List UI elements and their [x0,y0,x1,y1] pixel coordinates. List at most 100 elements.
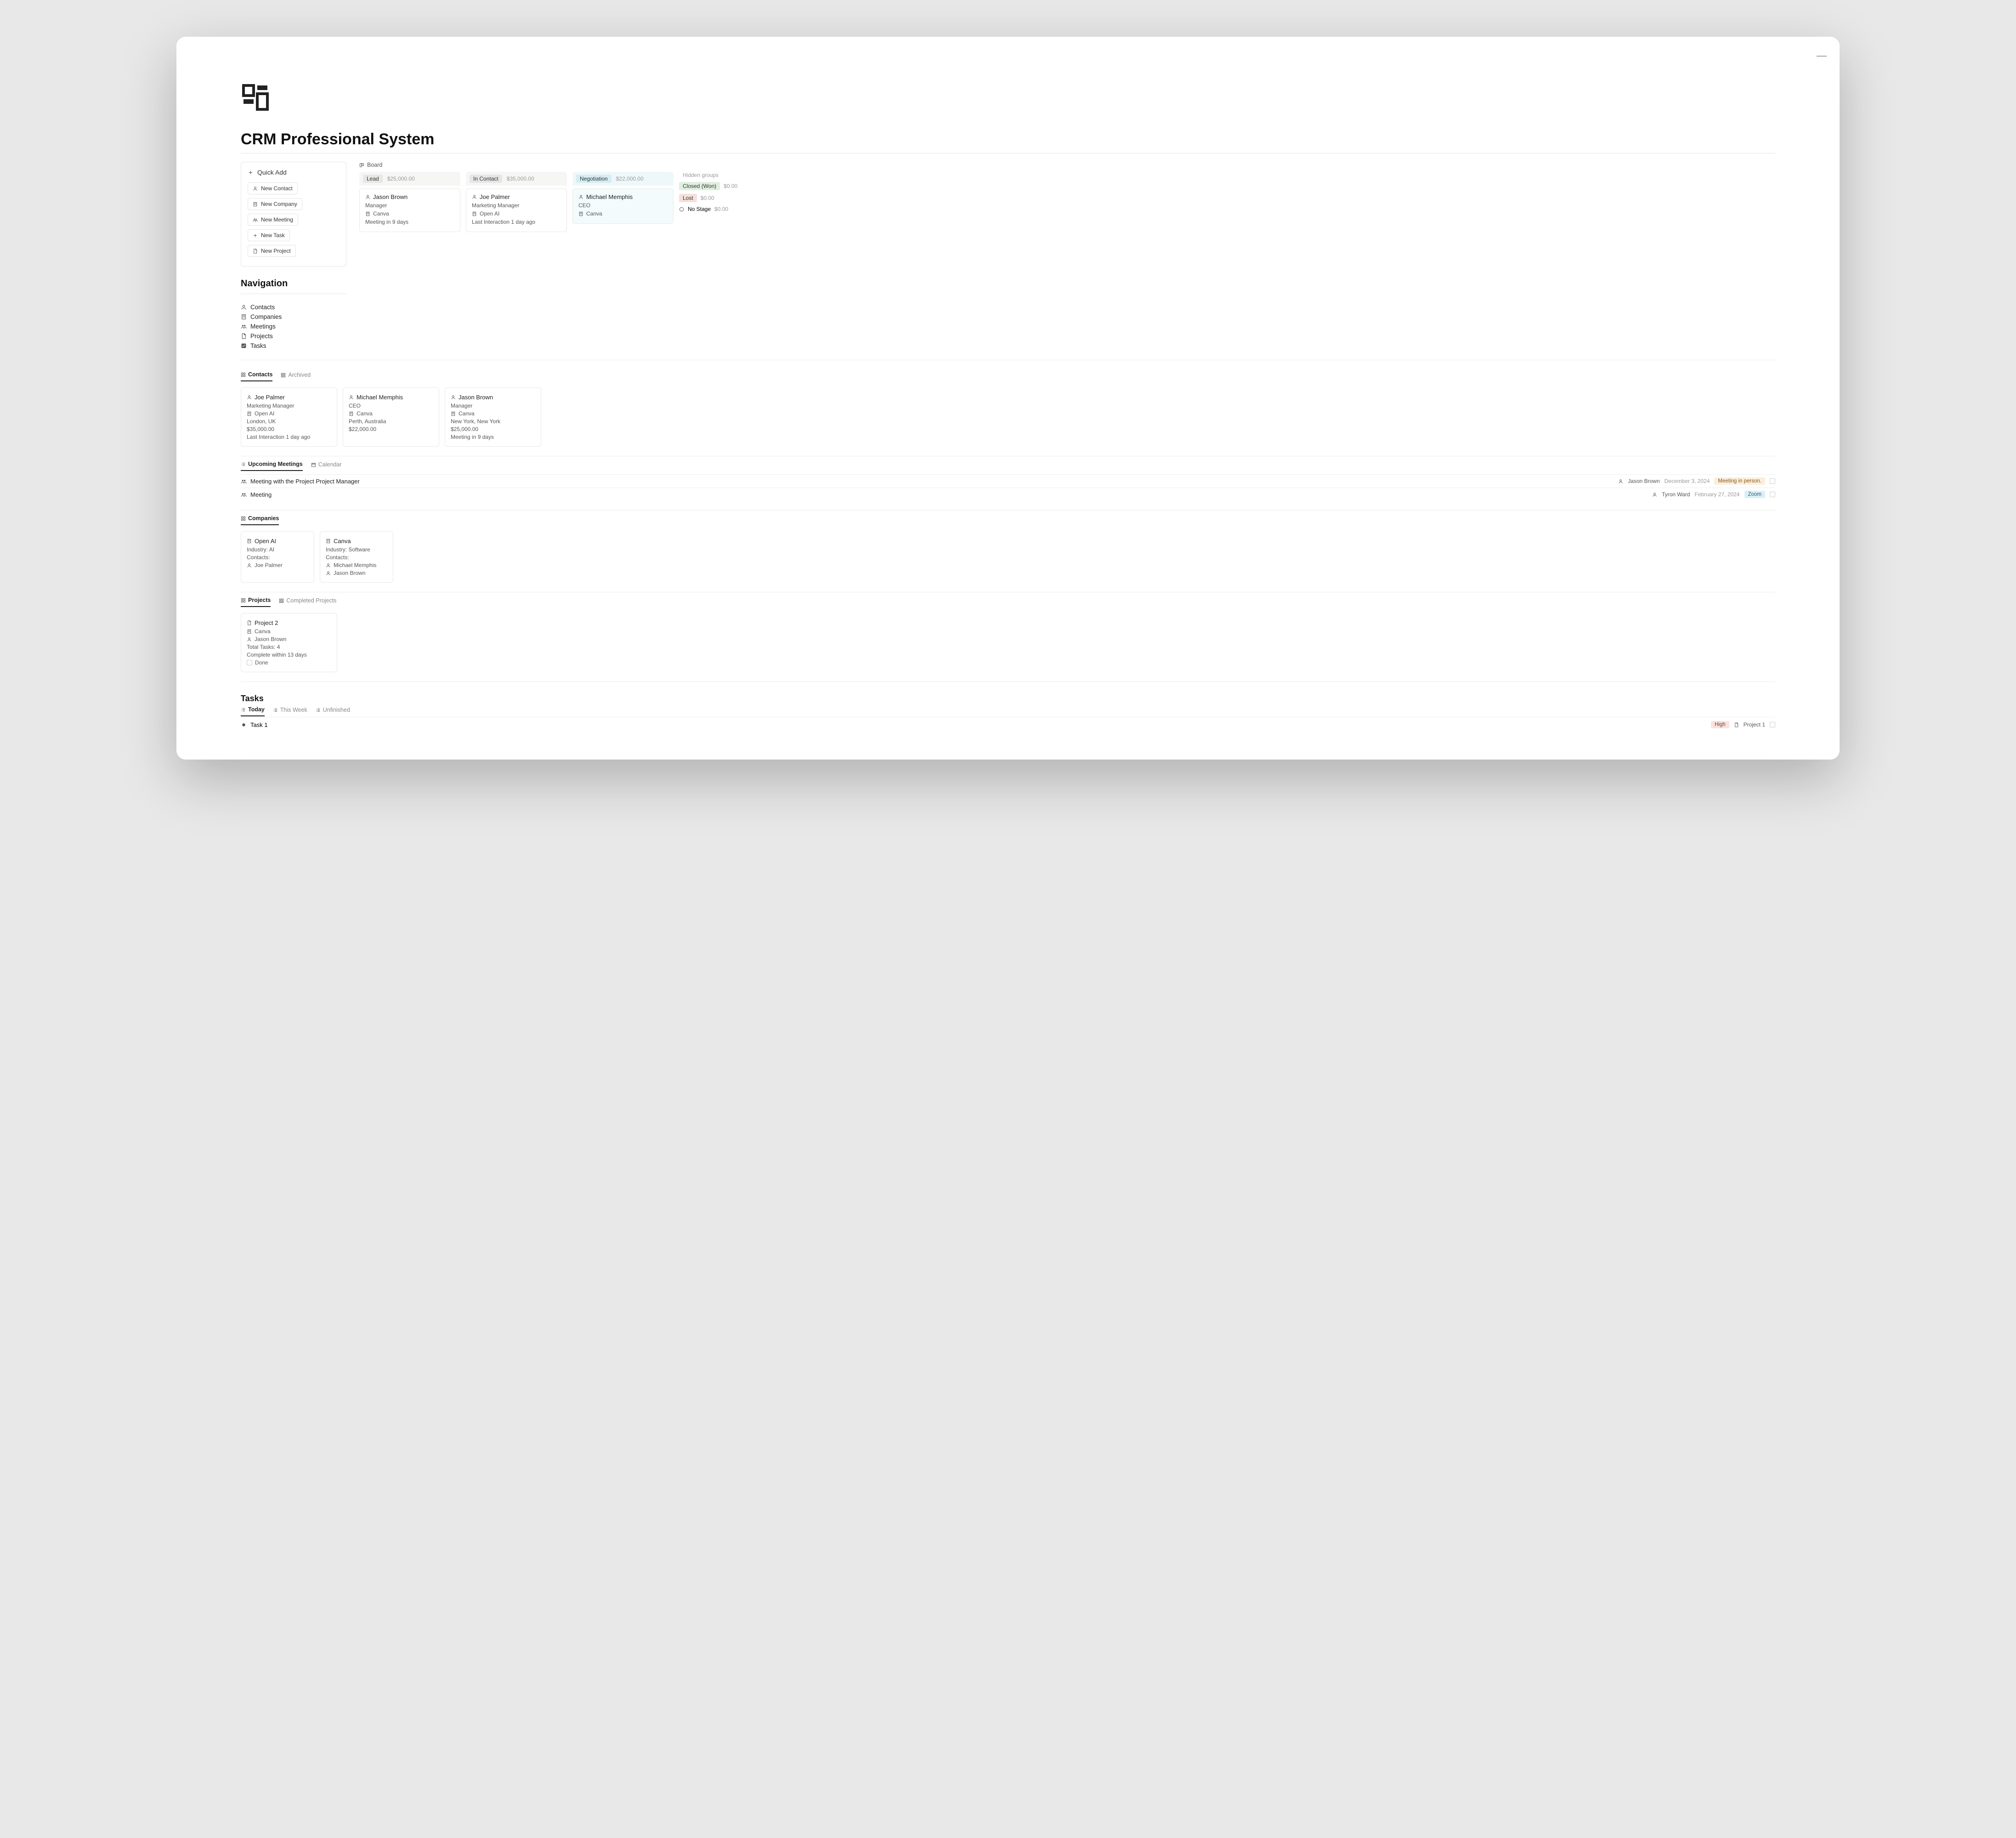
meeting-date: February 27, 2024 [1695,491,1740,498]
contact-name: Michael Memphis [357,394,403,401]
new-task-button[interactable]: New Task [248,229,290,241]
list-icon [241,707,246,712]
board-col-lead: Lead $25,000.00 Jason Brown Manager Canv… [359,172,460,232]
stage-chip-neg[interactable]: Negotiation [576,175,612,183]
card-role: Manager [365,202,387,209]
building-icon [349,411,354,416]
building-icon [241,314,247,320]
grid-icon [279,598,284,603]
companies-tabs: Companies [241,515,1775,526]
board-col-contact: In Contact $35,000.00 Joe Palmer Marketi… [466,172,567,232]
hidden-nostage[interactable]: No Stage$0.00 [679,206,737,212]
board-card-lead[interactable]: Jason Brown Manager Canva Meeting in 9 d… [359,188,460,232]
company-contacts-label: Contacts: [247,554,270,561]
nav-companies[interactable]: Companies [241,312,346,322]
company-card[interactable]: Canva Industry: Software Contacts: Micha… [320,531,393,583]
document-icon [247,620,252,625]
contact-location: London, UK [247,418,276,425]
new-project-button[interactable]: New Project [248,245,296,257]
tab-contacts[interactable]: Contacts [241,371,272,381]
card-name: Jason Brown [373,193,408,200]
tasks-header: Tasks [241,694,1775,703]
meeting-person: Tyron Ward [1662,491,1690,498]
person-icon [1618,479,1623,484]
tab-unfinished-label: Unfinished [323,707,350,713]
board-icon [359,163,364,168]
document-icon [253,249,258,254]
contact-location: New York, New York [451,418,500,425]
contacts-cards: Joe Palmer Marketing Manager Open AI Lon… [241,387,1775,447]
project-cards: Project 2 Canva Jason Brown Total Tasks:… [241,613,1775,672]
person-icon [241,304,247,310]
card-meta: Meeting in 9 days [365,219,408,225]
new-company-button[interactable]: New Company [248,198,302,210]
contact-card[interactable]: Joe Palmer Marketing Manager Open AI Lon… [241,387,337,447]
project-done-checkbox[interactable] [247,660,252,665]
meeting-checkbox[interactable] [1770,478,1775,484]
task-row[interactable]: Task 1 High Project 1 [241,717,1775,732]
stage-chip-contact[interactable]: In Contact [470,175,502,183]
tab-projects[interactable]: Projects [241,597,271,607]
project-total-tasks: Total Tasks: 4 [247,644,280,650]
stage-amount-neg: $22,000.00 [616,176,644,182]
tab-upcoming-meetings[interactable]: Upcoming Meetings [241,461,303,471]
hidden-nostage-amount: $0.00 [714,206,728,212]
building-icon [247,411,252,416]
plus-icon [253,233,258,238]
collapse-toggle[interactable]: — [1817,50,1827,62]
tab-calendar-label: Calendar [318,461,342,468]
hidden-closed[interactable]: Closed (Won)$0.00 [679,182,737,190]
person-icon [349,395,354,400]
contact-card[interactable]: Jason Brown Manager Canva New York, New … [445,387,541,447]
nostage-icon [679,207,684,212]
tab-completed-projects[interactable]: Completed Projects [279,597,336,607]
project-company: Canva [255,628,271,635]
meeting-checkbox[interactable] [1770,492,1775,497]
board-area: Board Lead $25,000.00 Jason Brown Manage… [359,162,1775,232]
tasks-tabs: Today This Week Unfinished [241,706,1775,717]
hidden-lost[interactable]: Lost$0.00 [679,194,737,202]
project-name: Project 2 [255,619,278,626]
person-icon [451,395,456,400]
tab-archived[interactable]: Archived [281,371,311,381]
hidden-closed-chip: Closed (Won) [679,182,720,190]
meeting-row[interactable]: Meeting Tyron Ward February 27, 2024 Zoo… [241,488,1775,501]
board-card-contact[interactable]: Joe Palmer Marketing Manager Open AI Las… [466,188,567,232]
card-name: Michael Memphis [586,193,633,200]
tab-calendar[interactable]: Calendar [311,461,342,471]
person-icon [247,563,252,568]
task-dot-icon [241,722,247,728]
meeting-badge: Meeting in person. [1714,477,1765,485]
person-icon [472,194,477,199]
contact-role: CEO [349,403,361,409]
contact-role: Marketing Manager [247,403,294,409]
task-checkbox[interactable] [1770,722,1775,727]
board-label[interactable]: Board [367,162,382,168]
board-card-neg[interactable]: Michael Memphis CEO Canva [572,188,674,224]
meeting-row[interactable]: Meeting with the Project Project Manager… [241,474,1775,488]
hidden-nostage-label: No Stage [688,206,711,212]
nav-tasks[interactable]: Tasks [241,341,346,351]
company-card[interactable]: Open AI Industry: AI Contacts: Joe Palme… [241,531,314,583]
new-contact-button[interactable]: New Contact [248,182,298,194]
contact-card[interactable]: Michael Memphis CEO Canva Perth, Austral… [343,387,439,447]
tab-this-week[interactable]: This Week [273,706,307,716]
hidden-lost-chip: Lost [679,194,697,202]
nav-contacts[interactable]: Contacts [241,302,346,312]
page-title: CRM Professional System [241,130,1775,148]
company-name: Canva [334,538,351,545]
tab-companies[interactable]: Companies [241,515,279,525]
project-card[interactable]: Project 2 Canva Jason Brown Total Tasks:… [241,613,337,672]
new-meeting-button[interactable]: New Meeting [248,214,298,226]
nav-projects-label: Projects [250,333,273,340]
people-icon [253,217,258,222]
contact-meta: Last Interaction 1 day ago [247,434,310,440]
tab-unfinished[interactable]: Unfinished [316,706,350,716]
nav-projects[interactable]: Projects [241,331,346,341]
checkbox-icon [241,343,247,349]
stage-amount-contact: $35,000.00 [507,176,534,182]
nav-meetings[interactable]: Meetings [241,322,346,331]
grid-icon [281,373,286,378]
tab-today[interactable]: Today [241,706,265,716]
stage-chip-lead[interactable]: Lead [363,175,383,183]
